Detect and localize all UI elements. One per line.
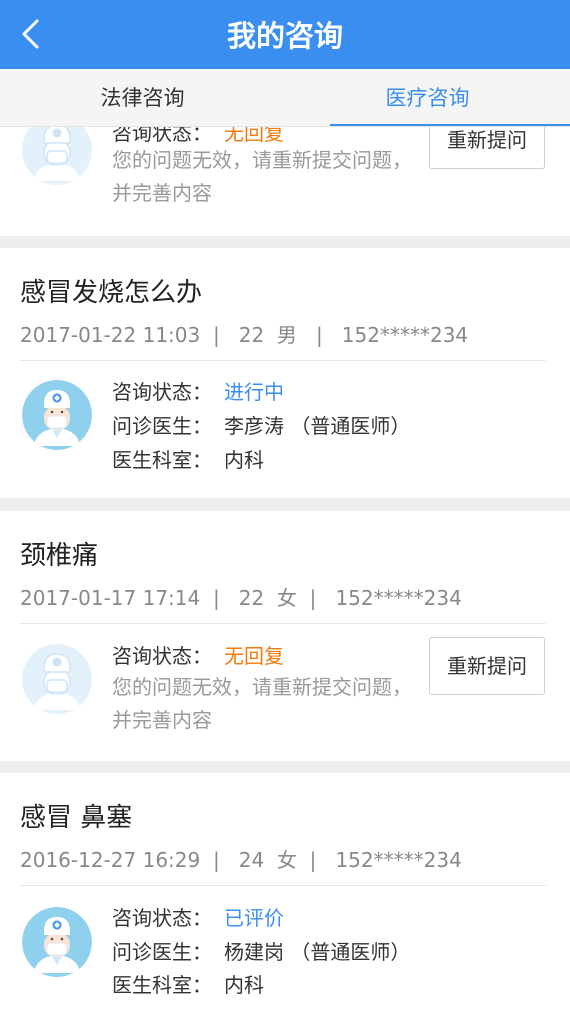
invalid-question-notice: 您的问题无效，请重新提交问题，并完善内容 bbox=[112, 675, 412, 732]
resubmit-question-button[interactable]: 重新提问 bbox=[429, 637, 545, 695]
resubmit-question-button[interactable]: 重新提问 bbox=[429, 127, 545, 169]
doctor-name: 李彦涛 （普通医师） bbox=[224, 414, 411, 438]
divider bbox=[20, 885, 546, 886]
consultation-status-row: 咨询状态： 无回复 bbox=[112, 640, 284, 669]
doctor-row: 问诊医生： 杨建岗 （普通医师） bbox=[112, 936, 410, 965]
card-separator bbox=[0, 761, 570, 773]
status-label: 咨询状态： bbox=[112, 380, 212, 404]
department-label: 医生科室： bbox=[112, 448, 212, 472]
status-value: 无回复 bbox=[224, 644, 284, 668]
doctor-avatar-icon bbox=[22, 907, 92, 977]
tab-legal-consultation[interactable]: 法律咨询 bbox=[0, 69, 285, 126]
divider bbox=[20, 623, 546, 624]
doctor-name: 杨建岗 （普通医师） bbox=[224, 940, 411, 964]
status-label: 咨询状态： bbox=[112, 644, 212, 668]
invalid-question-notice: 您的问题无效，请重新提交问题，并完善内容 bbox=[112, 148, 412, 205]
department-value: 内科 bbox=[224, 973, 264, 997]
status-label: 咨询状态： bbox=[112, 906, 212, 930]
doctor-label: 问诊医生： bbox=[112, 414, 212, 438]
consultation-meta: 2016-12-27 16:29 | 24 女 | 152*****234 bbox=[20, 848, 462, 872]
department-value: 内科 bbox=[224, 448, 264, 472]
consultation-card[interactable]: 颈椎痛 2017-01-17 17:14 | 22 女 | 152*****23… bbox=[0, 511, 570, 761]
page-title: 我的咨询 bbox=[226, 19, 343, 53]
status-value: 进行中 bbox=[224, 380, 284, 404]
doctor-row: 问诊医生： 李彦涛 （普通医师） bbox=[112, 410, 410, 439]
consultation-title: 感冒 鼻塞 bbox=[20, 803, 133, 833]
consultation-meta: 2017-01-17 17:14 | 22 女 | 152*****234 bbox=[20, 586, 462, 610]
tab-medical-consultation[interactable]: 医疗咨询 bbox=[285, 69, 570, 126]
consultation-card[interactable]: 感冒发烧怎么办 2017-01-22 11:03 | 22 男 | 152***… bbox=[0, 248, 570, 498]
consultation-status-row: 咨询状态： 进行中 bbox=[112, 376, 284, 405]
doctor-avatar-icon bbox=[22, 644, 92, 714]
consultation-title: 颈椎痛 bbox=[20, 541, 99, 571]
consultation-card[interactable]: 咨询状态： 无回复 您的问题无效，请重新提交问题，并完善内容 重新提问 bbox=[0, 127, 570, 236]
doctor-label: 问诊医生： bbox=[112, 940, 212, 964]
card-separator bbox=[0, 236, 570, 248]
consultation-meta: 2017-01-22 11:03 | 22 男 | 152*****234 bbox=[20, 323, 469, 347]
status-value: 无回复 bbox=[224, 127, 284, 145]
department-row: 医生科室： 内科 bbox=[112, 444, 264, 473]
status-value: 已评价 bbox=[224, 906, 284, 930]
consultation-status-row: 咨询状态： 已评价 bbox=[112, 902, 284, 931]
consultation-card[interactable]: 感冒 鼻塞 2016-12-27 16:29 | 24 女 | 152*****… bbox=[0, 773, 570, 1012]
doctor-avatar-icon bbox=[22, 127, 92, 185]
tab-bar: 法律咨询 医疗咨询 bbox=[0, 69, 570, 127]
app-header: 我的咨询 bbox=[0, 0, 570, 69]
department-row: 医生科室： 内科 bbox=[112, 969, 264, 998]
doctor-avatar-icon bbox=[22, 380, 92, 450]
divider bbox=[20, 360, 546, 361]
department-label: 医生科室： bbox=[112, 973, 212, 997]
consultation-title: 感冒发烧怎么办 bbox=[20, 278, 203, 308]
card-separator bbox=[0, 498, 570, 511]
